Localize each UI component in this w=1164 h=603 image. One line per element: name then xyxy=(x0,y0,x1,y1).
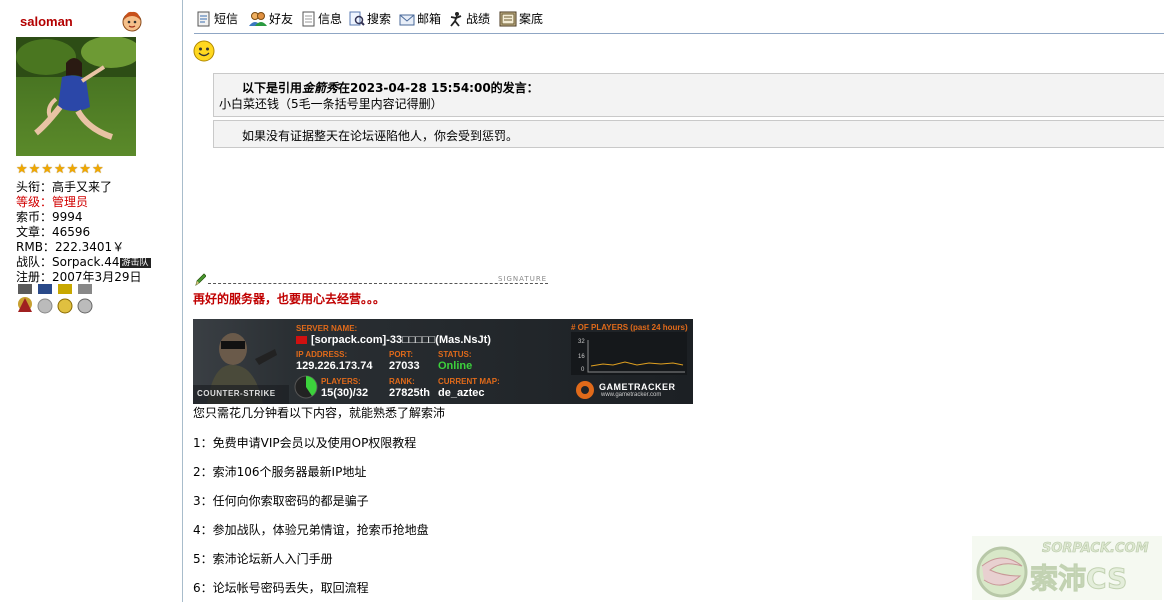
reply-text-block: 如果没有证据整天在论坛诬陷他人，你会受到惩罚。 xyxy=(213,120,1164,148)
server-name: [sorpack.com]-33□□□□□(Mas.NsJt) xyxy=(311,334,491,346)
ip-address: 129.226.173.74 xyxy=(296,360,373,372)
record-icon xyxy=(450,12,462,27)
status-online: Online xyxy=(438,360,473,372)
current-map: de_aztec xyxy=(438,387,485,399)
signature-link[interactable]: 6：论坛帐号密码丢失，取回流程 xyxy=(193,579,369,596)
star-icon: ★ xyxy=(28,162,41,177)
quote-body: 小白菜还钱（5毛一条括号里内容记得删） xyxy=(219,97,443,111)
signature-link[interactable]: 2：索沛106个服务器最新IP地址 xyxy=(193,463,366,480)
players-count: 15(30)/32 xyxy=(321,387,369,399)
star-icon: ★ xyxy=(79,162,91,177)
level-row: 等级：管理员 xyxy=(16,195,89,209)
graph-tick: 32 xyxy=(578,339,585,345)
register-row: 注册：2007年3月29日 xyxy=(16,270,142,284)
toolbar-info[interactable]: 信息 xyxy=(302,9,342,29)
posts-value: 46596 xyxy=(52,225,91,239)
rmb-row: RMB：222.3401￥ xyxy=(16,240,125,254)
title-value: 高手又来了 xyxy=(52,180,113,194)
signature-slogan: 再好的服务器，也要用心去经营。。。 xyxy=(193,292,386,306)
status-label: STATUS: xyxy=(438,350,472,359)
signature-divider: SIGNATURE xyxy=(194,272,554,290)
smiley-icon xyxy=(193,40,215,62)
avatar[interactable] xyxy=(16,37,136,156)
gametracker-banner[interactable]: SERVER NAME: [sorpack.com]-33□□□□□(Mas.N… xyxy=(193,319,693,404)
medals-icon xyxy=(18,284,93,314)
rank-value: 27825th xyxy=(389,387,430,399)
toolbar-message[interactable]: 短信 xyxy=(196,9,238,29)
signature-link[interactable]: 1：免费申请VIP会员以及使用OP权限教程 xyxy=(193,434,416,451)
signature-intro: 您只需花几分钟看以下内容，就能熟悉了解索沛 xyxy=(193,406,446,420)
signature-link[interactable]: 3：任何向你索取密码的都是骗子 xyxy=(193,492,369,509)
signature-label: SIGNATURE xyxy=(498,275,548,283)
user-face-icon xyxy=(122,11,142,32)
user-profile-panel: saloman ★★★★★★★ 头衔：高手又来了 等级：管理员 索币：9994 … xyxy=(0,0,183,602)
reply-text: 如果没有证据整天在论坛诬陷他人，你会受到惩罚。 xyxy=(242,129,519,143)
gametracker-logo: GAMETRACKER xyxy=(599,382,676,392)
watermark-cn: 索沛CS xyxy=(1030,562,1127,595)
map-label: CURRENT MAP: xyxy=(438,377,500,386)
rank-stars: ★★★★★★★ xyxy=(16,162,105,177)
graph-label: # OF PLAYERS (past 24 hours) xyxy=(571,323,688,332)
ip-label: IP ADDRESS: xyxy=(296,350,348,359)
signature-link[interactable]: 5：索沛论坛新人入门手册 xyxy=(193,550,333,567)
rank-label: RANK: xyxy=(389,377,415,386)
signature-link[interactable]: 4：参加战队，体验兄弟情谊，抢索币抢地盘 xyxy=(193,521,429,538)
graph-tick: 0 xyxy=(581,367,585,373)
posts-row: 文章：46596 xyxy=(16,225,91,239)
star-icon: ★ xyxy=(41,162,53,177)
players-label: PLAYERS: xyxy=(321,377,361,386)
toolbar-friends[interactable]: 好友 xyxy=(249,9,293,29)
mail-icon xyxy=(399,14,415,26)
toolbar-search[interactable]: 搜索 xyxy=(349,9,391,29)
quote-header: 以下是引用金箭秀在2023-04-28 15:54:00的发言： xyxy=(242,81,539,95)
title-row: 头衔：高手又来了 xyxy=(16,180,113,194)
rmb-value: 222.3401￥ xyxy=(54,240,125,254)
counter-strike-logo: COUNTER-STRIKE xyxy=(197,389,276,398)
coins-value: 9994 xyxy=(52,210,83,224)
coins-row: 索币：9994 xyxy=(16,210,83,224)
username[interactable]: saloman xyxy=(20,14,73,29)
port: 27033 xyxy=(389,360,420,372)
toolbar-divider xyxy=(194,33,1164,34)
server-name-label: SERVER NAME: xyxy=(296,324,358,333)
star-icon: ★ xyxy=(53,162,66,177)
team-value[interactable]: Sorpack.44 xyxy=(52,255,120,269)
toolbar-record[interactable]: 战绩 xyxy=(448,9,490,29)
level-value: 管理员 xyxy=(52,195,89,209)
file-icon xyxy=(499,11,517,27)
toolbar-mail[interactable]: 邮箱 xyxy=(399,9,441,29)
gametracker-url: www.gametracker.com xyxy=(601,392,662,398)
info-icon xyxy=(302,11,315,27)
pencil-icon xyxy=(195,273,206,286)
graph-tick: 16 xyxy=(578,354,585,360)
team-badge: 游击队 xyxy=(119,258,151,268)
port-label: PORT: xyxy=(389,350,413,359)
star-icon: ★ xyxy=(91,162,104,177)
register-date: 2007年3月29日 xyxy=(52,270,142,284)
star-icon: ★ xyxy=(66,162,79,177)
quote-author[interactable]: 金箭秀 xyxy=(302,81,338,95)
star-icon: ★ xyxy=(16,162,28,177)
team-row: 战队：Sorpack.44 游击队 xyxy=(16,255,151,269)
toolbar-file[interactable]: 案底 xyxy=(499,9,543,29)
quote-block: 以下是引用金箭秀在2023-04-28 15:54:00的发言： 小白菜还钱（5… xyxy=(213,73,1164,117)
message-icon xyxy=(197,11,210,27)
search-icon xyxy=(349,11,365,26)
watermark-text: SORPACK.COM xyxy=(1042,541,1149,556)
site-watermark: SORPACK.COM 索沛CS xyxy=(972,536,1162,600)
profile-info: 头衔：高手又来了 等级：管理员 索币：9994 文章：46596 RMB：222… xyxy=(16,180,151,285)
friends-icon xyxy=(249,12,267,26)
